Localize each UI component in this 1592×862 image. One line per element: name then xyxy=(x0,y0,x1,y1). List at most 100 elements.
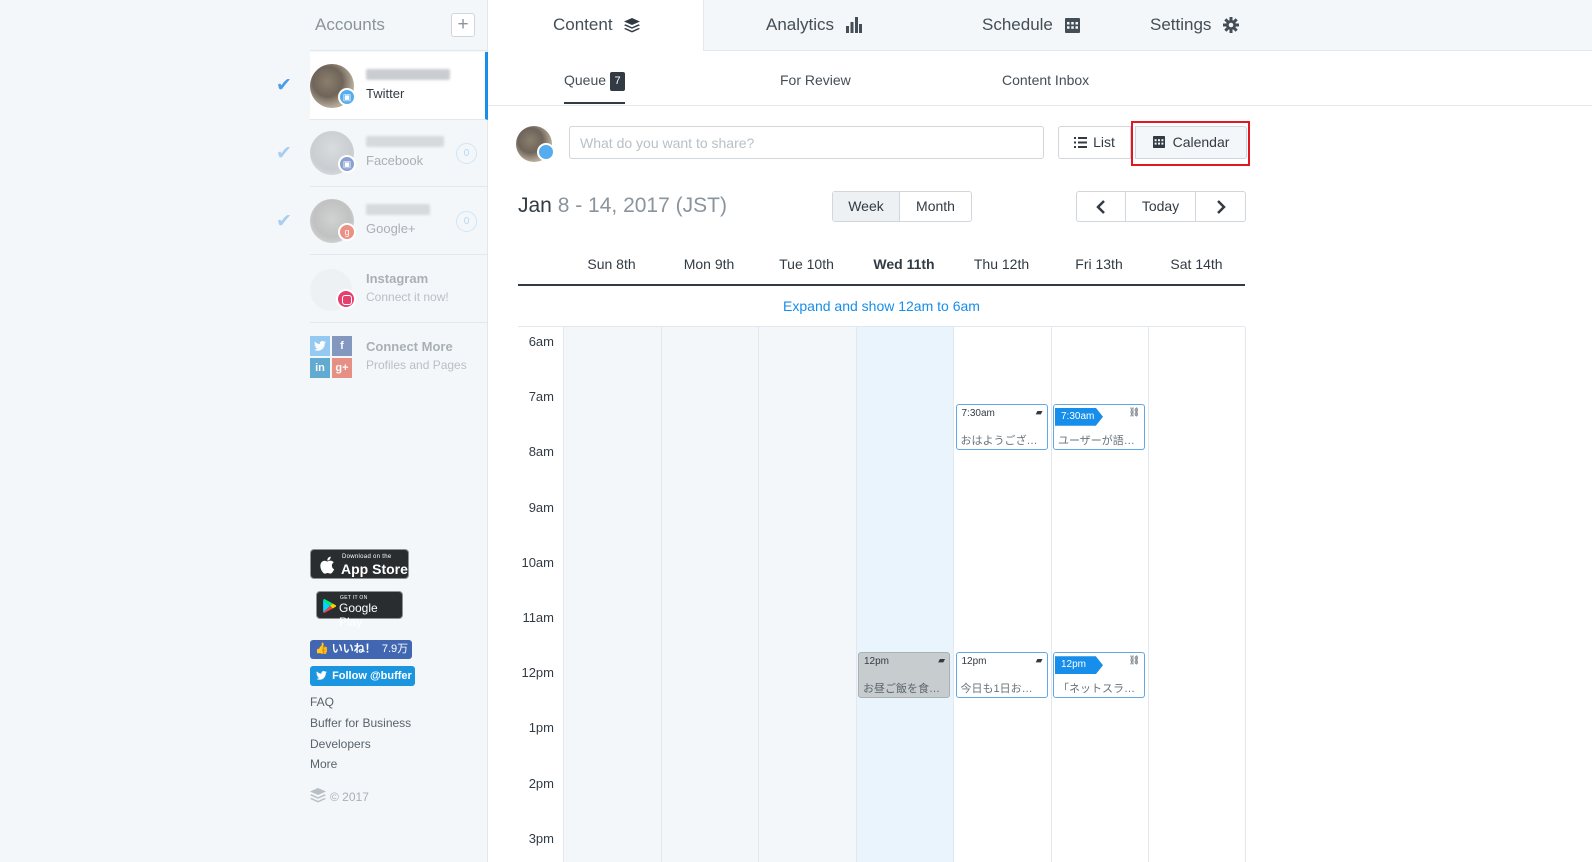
day-column[interactable] xyxy=(563,327,661,862)
add-account-button[interactable]: + xyxy=(451,13,475,37)
account-facebook[interactable]: ▣ Facebook 0 xyxy=(310,119,488,187)
sub-nav: Queue 7 For Review Content Inbox xyxy=(488,51,1592,106)
date-range: 8 - 14, 2017 (JST) xyxy=(557,194,727,217)
hour-label: 12pm xyxy=(521,665,554,681)
tab-analytics-label: Analytics xyxy=(766,15,835,34)
app-store-button[interactable]: Download on the App Store xyxy=(310,549,409,579)
list-icon xyxy=(1074,137,1088,148)
date-navigation: Today xyxy=(1076,191,1246,222)
day-header: Thu 12th xyxy=(973,256,1030,272)
post-text: ユーザーが語… xyxy=(1058,434,1135,447)
selected-check-icon: ✔ xyxy=(276,211,292,232)
hour-label: 2pm xyxy=(528,775,554,791)
tab-settings[interactable]: Settings xyxy=(1150,0,1240,51)
day-header: Mon 9th xyxy=(683,256,735,272)
account-twitter[interactable]: ▣ Twitter xyxy=(310,52,488,120)
day-header: Tue 10th xyxy=(779,256,834,272)
gear-icon xyxy=(1223,17,1240,33)
twitter-badge-icon xyxy=(537,143,555,161)
hour-label: 1pm xyxy=(528,720,554,736)
scheduled-post[interactable]: 7:30am ▰ おはようござ… xyxy=(955,403,1048,450)
hour-label: 10am xyxy=(521,554,554,570)
comment-icon: ▰ xyxy=(938,655,945,666)
twitter-follow-button[interactable]: Follow @buffer xyxy=(310,666,415,686)
post-time: 12pm xyxy=(961,656,987,668)
date-month: Jan xyxy=(518,194,552,217)
link-icon: ⛓ xyxy=(1128,655,1140,666)
footer-link-more[interactable]: More xyxy=(310,757,337,771)
list-view-button[interactable]: List xyxy=(1058,126,1131,159)
day-column[interactable] xyxy=(855,327,953,862)
view-toggle: Week Month xyxy=(832,191,972,222)
prev-week-button[interactable] xyxy=(1077,192,1126,221)
thumbs-up-icon: 👍 xyxy=(315,643,329,655)
post-time: 12pm xyxy=(1055,656,1103,675)
next-week-button[interactable] xyxy=(1196,192,1245,221)
hour-label: 3pm xyxy=(528,830,554,846)
connect-more[interactable]: f in g+ Connect More Profiles and Pages xyxy=(310,323,488,391)
expand-hours-link[interactable]: Expand and show 12am to 6am xyxy=(518,298,1245,314)
facebook-like-count: 7.9万 xyxy=(381,643,409,655)
scheduled-post[interactable]: 12pm ▰ お昼ご飯を食… xyxy=(858,652,950,699)
account-googleplus[interactable]: g Google+ 0 xyxy=(310,187,488,255)
instagram-subtitle: Connect it now! xyxy=(366,290,449,304)
post-time: 7:30am xyxy=(961,407,995,419)
googleplus-badge-icon: g xyxy=(338,223,356,241)
hour-label: 7am xyxy=(528,389,554,405)
post-text: 今日も1日お… xyxy=(960,683,1033,696)
day-column[interactable] xyxy=(758,327,856,862)
selected-check-icon: ✔ xyxy=(276,75,292,96)
highlight-annotation xyxy=(1131,121,1250,166)
composer-input[interactable] xyxy=(569,126,1044,159)
google-play-button[interactable]: GET IT ON Google Play xyxy=(316,591,403,629)
chevron-left-icon xyxy=(1096,200,1105,214)
calendar-grid-icon xyxy=(1064,18,1080,33)
hour-label: 11am xyxy=(522,610,554,625)
instagram-icon xyxy=(336,289,356,309)
day-header: Fri 13th xyxy=(1075,256,1123,272)
today-button[interactable]: Today xyxy=(1126,192,1196,221)
footer-link-developers[interactable]: Developers xyxy=(310,737,371,751)
footer-link-business[interactable]: Buffer for Business xyxy=(310,716,411,730)
google-play-icon xyxy=(323,599,336,613)
subtab-for-review[interactable]: For Review xyxy=(780,72,851,88)
month-view-button[interactable]: Month xyxy=(900,192,971,221)
accounts-title: Accounts xyxy=(315,15,385,34)
account-name-blurred xyxy=(366,204,430,215)
twitter-follow-label: Follow @buffer xyxy=(332,670,412,682)
scheduled-post[interactable]: 12pm ▰ 今日も1日お… xyxy=(955,652,1048,699)
post-time: 12pm xyxy=(864,656,890,668)
link-icon: ⛓ xyxy=(1128,406,1140,417)
tab-content[interactable]: Content xyxy=(488,0,704,51)
day-header: Wed 11th xyxy=(873,256,935,272)
hour-label: 9am xyxy=(528,499,554,515)
day-column[interactable] xyxy=(660,327,758,862)
account-count-badge: 0 xyxy=(456,143,477,164)
scheduled-post[interactable]: 7:30am ⛓ ユーザーが語… xyxy=(1053,403,1145,450)
accounts-header: Accounts + xyxy=(310,0,488,51)
subtab-content-inbox[interactable]: Content Inbox xyxy=(1002,72,1089,88)
day-column[interactable] xyxy=(1148,327,1246,862)
twitter-badge-icon: ▣ xyxy=(338,88,356,106)
account-name-blurred xyxy=(366,69,450,80)
buffer-logo-icon xyxy=(310,788,326,803)
hour-label: 8am xyxy=(528,444,554,460)
connect-instagram[interactable]: Instagram Connect it now! xyxy=(310,255,488,323)
hour-label: 6am xyxy=(528,334,554,349)
post-time: 7:30am xyxy=(1055,407,1103,426)
tab-content-label: Content xyxy=(553,15,613,34)
scheduled-post[interactable]: 12pm ⛓ 「ネットスラ… xyxy=(1053,652,1145,699)
chevron-right-icon xyxy=(1216,200,1226,214)
linkedin-icon: in xyxy=(310,358,330,378)
tab-analytics[interactable]: Analytics xyxy=(766,0,862,51)
list-view-label: List xyxy=(1093,134,1115,150)
tab-schedule[interactable]: Schedule xyxy=(982,0,1080,51)
subtab-queue-label: Queue xyxy=(564,72,607,88)
subtab-queue[interactable]: Queue 7 xyxy=(564,72,626,104)
top-nav: Content Analytics Schedule Settings xyxy=(488,0,1592,51)
facebook-like-button[interactable]: 👍 いいね！ 7.9万 xyxy=(310,640,412,659)
footer-link-faq[interactable]: FAQ xyxy=(310,695,334,709)
week-view-button[interactable]: Week xyxy=(833,192,900,221)
comment-icon: ▰ xyxy=(1035,406,1043,417)
comment-icon: ▰ xyxy=(1035,655,1043,666)
